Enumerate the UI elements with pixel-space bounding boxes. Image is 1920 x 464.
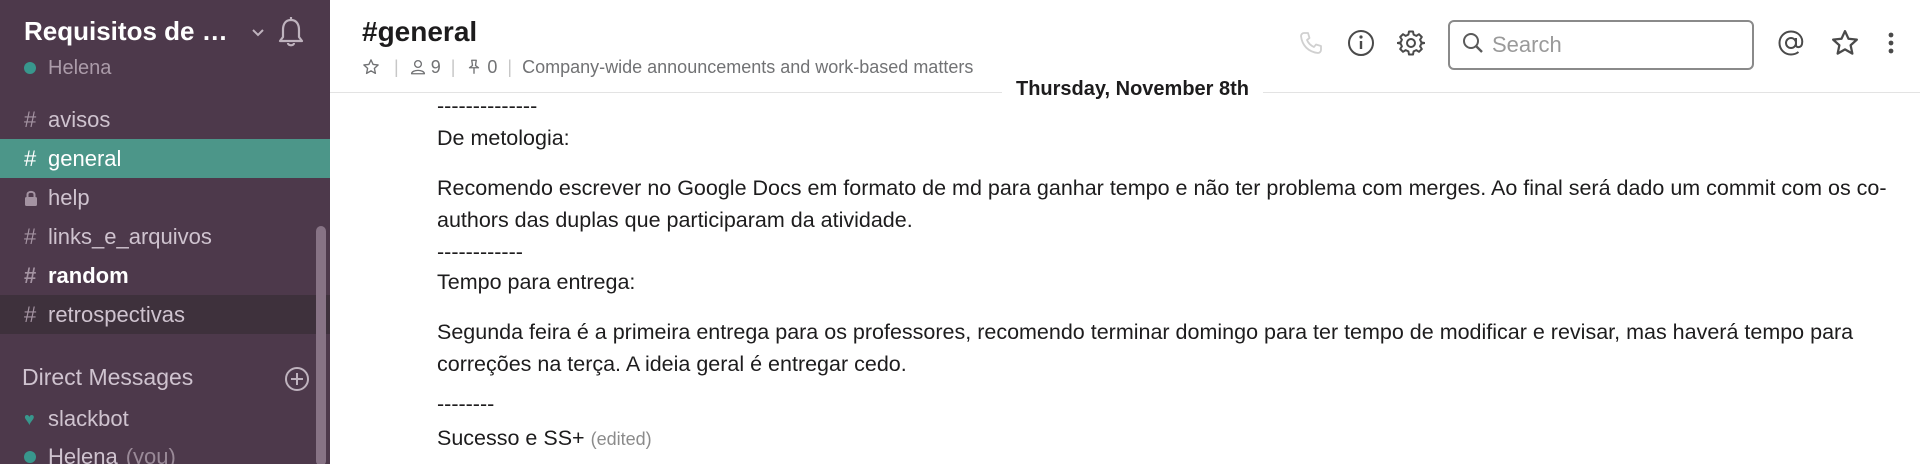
message-line: Tempo para entrega: — [437, 270, 636, 294]
sidebar-item-help[interactable]: help — [0, 178, 330, 217]
sidebar-item-avisos[interactable]: # avisos — [0, 100, 330, 139]
pin-icon[interactable] — [465, 58, 483, 76]
sidebar: Requisitos de S... Helena # avisos # gen… — [0, 0, 330, 464]
dm-item-slackbot[interactable]: ♥ slackbot — [24, 406, 129, 432]
gear-icon[interactable] — [1396, 28, 1426, 58]
channel-topic[interactable]: Company-wide announcements and work-base… — [522, 57, 973, 78]
hash-icon: # — [24, 262, 37, 288]
pin-count[interactable]: 0 — [487, 57, 497, 78]
hash-icon: # — [24, 145, 37, 171]
current-user-name: Helena — [48, 56, 112, 79]
dm-label: slackbot — [48, 406, 129, 431]
sidebar-item-retrospectivas[interactable]: # retrospectivas — [0, 295, 330, 334]
meta-separator: | — [450, 56, 456, 77]
more-vertical-icon[interactable] — [1876, 28, 1906, 58]
dm-item-helena[interactable]: Helena (you) — [24, 444, 176, 464]
message-line: -------- — [437, 392, 495, 416]
hash-icon: # — [24, 223, 37, 249]
current-user[interactable]: Helena — [24, 56, 111, 80]
lock-icon — [24, 190, 48, 206]
edited-label: (edited) — [590, 429, 652, 449]
channel-meta: | 9 | 0 | Company-wide announcements and… — [362, 56, 973, 78]
channel-label: retrospectivas — [48, 301, 185, 327]
search-box[interactable] — [1448, 20, 1754, 70]
channel-label: avisos — [48, 106, 111, 132]
team-name[interactable]: Requisitos de S... — [24, 16, 234, 47]
phone-icon[interactable] — [1296, 28, 1326, 58]
sidebar-item-general[interactable]: # general — [0, 139, 330, 178]
info-icon[interactable] — [1346, 28, 1376, 58]
search-icon — [1462, 32, 1484, 59]
meta-separator: | — [507, 56, 513, 77]
channel-label: random — [48, 262, 129, 288]
message-pane[interactable]: Thursday, November 8th -------------- De… — [330, 78, 1920, 464]
channel-label: general — [48, 145, 122, 171]
hash-icon: # — [24, 301, 37, 327]
message-line: Recomendo escrever no Google Docs em for… — [437, 176, 1887, 232]
presence-dot — [24, 62, 36, 74]
sidebar-scrollbar[interactable] — [316, 226, 326, 464]
slack-app: Requisitos de S... Helena # avisos # gen… — [0, 0, 1920, 464]
message-line: -------------- — [437, 94, 538, 118]
chevron-down-icon[interactable] — [250, 24, 266, 40]
sidebar-item-links-e-arquivos[interactable]: # links_e_arquivos — [0, 217, 330, 256]
member-count[interactable]: 9 — [431, 57, 441, 78]
message-line-last: Sucesso e SS+ (edited) — [437, 422, 1897, 455]
message-text: Sucesso e SS+ — [437, 426, 585, 450]
member-icon[interactable] — [409, 58, 427, 76]
bell-icon[interactable] — [276, 16, 306, 48]
presence-dot — [24, 451, 36, 463]
heart-icon: ♥ — [24, 408, 35, 429]
dm-label: Helena — [48, 444, 118, 464]
meta-separator: | — [394, 56, 399, 77]
message-line: De metologia: — [437, 126, 570, 150]
message-line: Segunda feira é a primeira entrega para … — [437, 320, 1854, 376]
channel-list: # avisos # general help # links_e_arquiv… — [0, 100, 330, 334]
sidebar-item-random[interactable]: # random — [0, 256, 330, 295]
channel-label: help — [48, 184, 90, 210]
channel-label: links_e_arquivos — [48, 223, 212, 249]
at-mention-icon[interactable] — [1776, 28, 1806, 58]
channel-title[interactable]: #general — [362, 16, 477, 48]
star-outline-icon[interactable] — [362, 58, 380, 76]
message-line: ------------ — [437, 240, 523, 264]
star-icon[interactable] — [1830, 28, 1860, 58]
search-input[interactable] — [1492, 32, 1742, 58]
direct-messages-header[interactable]: Direct Messages — [22, 364, 193, 391]
dm-you-suffix: (you) — [125, 444, 176, 464]
hash-icon: # — [24, 106, 37, 132]
add-circle-icon[interactable] — [284, 366, 310, 392]
